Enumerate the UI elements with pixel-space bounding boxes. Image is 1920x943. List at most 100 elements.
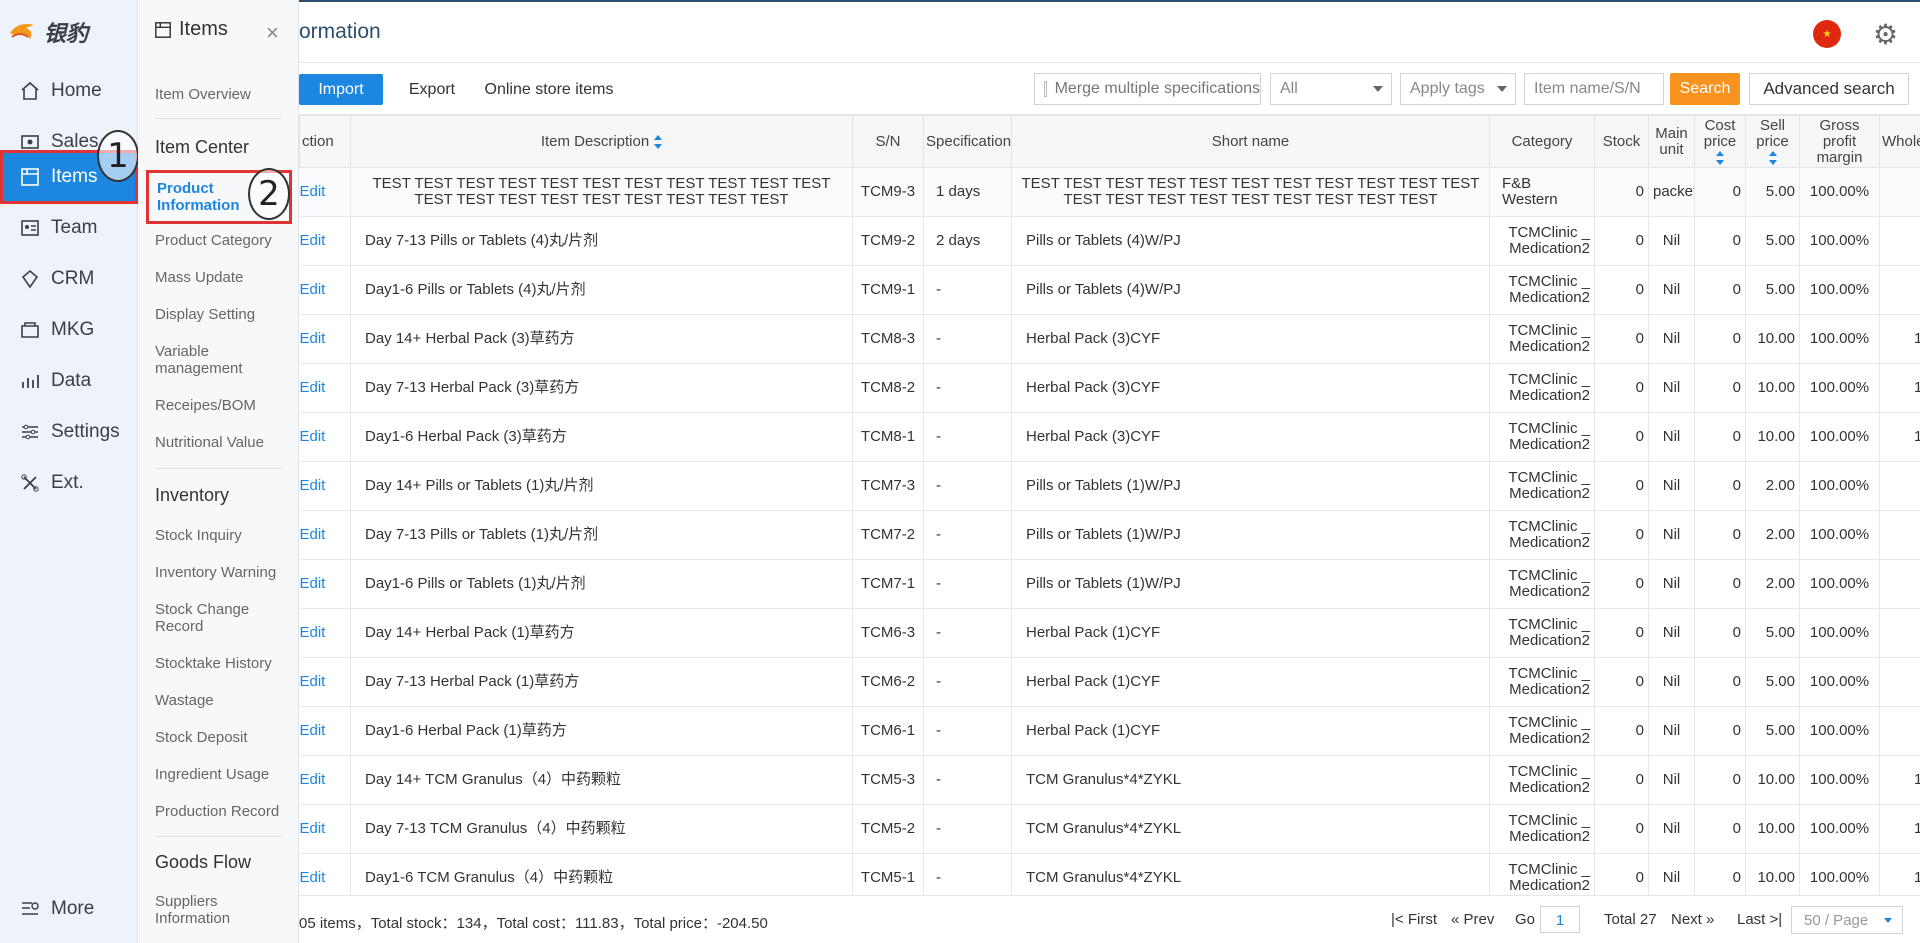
table-row[interactable]: Edit Day 7-13 TCM Granulus（4）中药颗粒 TCM5-2- T… [299, 804, 1920, 854]
col-item-description[interactable]: Item Description [350, 115, 853, 168]
all-select[interactable]: All [1270, 73, 1392, 105]
page-number-input[interactable]: 1 [1540, 906, 1580, 933]
table-header-row: ction Item Description S/N Specification… [299, 115, 1920, 168]
advanced-search-button[interactable]: Advanced search [1749, 73, 1909, 105]
edit-link[interactable]: Edit [300, 232, 326, 249]
category-line-2: Medication2 [1509, 779, 1590, 796]
table-row[interactable]: Edit Day 7-13 Pills or Tablets (4)丸/片剂 TCM… [299, 216, 1920, 266]
table-row[interactable]: Edit Day 14+ TCM Granulus（4）中药颗粒 TCM5-3- TC… [299, 755, 1920, 805]
nav-crm[interactable]: CRM [0, 250, 138, 308]
nav-ext[interactable]: Ext. [0, 454, 138, 512]
search-input[interactable]: Item name/S/N [1524, 73, 1664, 105]
submenu-item-inventory-warning[interactable]: Inventory Warning [155, 564, 295, 581]
edit-link[interactable]: Edit [300, 820, 326, 837]
nav-team[interactable]: Team [0, 199, 138, 257]
stock-cell: 0 [1594, 461, 1649, 511]
table-row[interactable]: Edit Day1-6 Pills or Tablets (4)丸/片剂 TCM9-… [299, 265, 1920, 315]
sort-icon[interactable] [1768, 150, 1777, 165]
nav-more[interactable]: More [0, 880, 138, 938]
nav-more-label: More [51, 898, 95, 919]
edit-link[interactable]: Edit [300, 428, 326, 445]
table-row[interactable]: Edit Day 14+ Pills or Tablets (1)丸/片剂 TCM7… [299, 461, 1920, 511]
category-line-2: Western [1502, 191, 1558, 208]
table-row[interactable]: Edit TEST TEST TEST TEST TEST TEST TEST T… [299, 167, 1920, 217]
sell-price-cell: 5.00 [1745, 608, 1800, 658]
short-name-cell: TEST TEST TEST TEST TEST TEST TEST TEST … [1011, 167, 1490, 217]
submenu-item-mass-update[interactable]: Mass Update [155, 269, 295, 286]
edit-link[interactable]: Edit [300, 673, 326, 690]
table-row[interactable]: Edit Day 14+ Herbal Pack (1)草药方 TCM6-3- Her… [299, 608, 1920, 658]
submenu-title-label: Items [179, 18, 228, 40]
nav-home[interactable]: Home [0, 62, 138, 120]
submenu-item-stocktake-history[interactable]: Stocktake History [155, 655, 295, 672]
table-row[interactable]: Edit Day1-6 Pills or Tablets (1)丸/片剂 TCM7-… [299, 559, 1920, 609]
edit-link[interactable]: Edit [300, 771, 326, 788]
china-flag-icon[interactable]: ★ [1813, 20, 1841, 48]
submenu-item-receipes-bom[interactable]: Receipes/BOM [155, 397, 295, 414]
submenu-item-product-category[interactable]: Product Category [155, 232, 295, 249]
edit-link[interactable]: Edit [300, 869, 326, 886]
prev-page-button[interactable]: « Prev [1451, 911, 1494, 928]
submenu-item-ingredient-usage[interactable]: Ingredient Usage [155, 766, 295, 783]
toolbar: Import Export Online store items Merge m… [299, 63, 1920, 115]
sort-icon[interactable] [654, 134, 663, 149]
apply-tags-select[interactable]: Apply tags [1400, 73, 1516, 105]
import-button[interactable]: Import [299, 74, 383, 105]
online-store-items-button[interactable]: Online store items [474, 74, 624, 105]
next-page-button[interactable]: Next » [1671, 911, 1714, 928]
last-page-button[interactable]: Last >| [1737, 911, 1782, 928]
page-size-select[interactable]: 50 / Page [1791, 906, 1903, 934]
edit-link[interactable]: Edit [300, 477, 326, 494]
merge-specifications-checkbox[interactable]: Merge multiple specifications [1034, 73, 1261, 105]
page-size-value: 50 / Page [1804, 912, 1869, 929]
edit-link[interactable]: Edit [300, 183, 326, 200]
edit-link[interactable]: Edit [300, 526, 326, 543]
short-name-cell: TCM Granulus*4*ZYKL [1011, 853, 1490, 895]
submenu-item-overview[interactable]: Item Overview [155, 86, 295, 103]
nav-settings[interactable]: Settings [0, 403, 138, 461]
submenu-item-nutritional-value[interactable]: Nutritional Value [155, 434, 295, 451]
table-row[interactable]: Edit Day1-6 Herbal Pack (1)草药方 TCM6-1- Herb… [299, 706, 1920, 756]
table-row[interactable]: Edit Day 7-13 Pills or Tablets (1)丸/片剂 TCM… [299, 510, 1920, 560]
edit-link[interactable]: Edit [300, 624, 326, 641]
submenu-item-stock-change-record[interactable]: Stock Change Record [155, 601, 265, 635]
edit-link[interactable]: Edit [300, 330, 326, 347]
close-icon[interactable]: × [266, 20, 279, 46]
submenu-item-stock-deposit[interactable]: Stock Deposit [155, 729, 295, 746]
gear-icon[interactable]: ⚙ [1873, 18, 1898, 51]
edit-link[interactable]: Edit [300, 722, 326, 739]
nav-data[interactable]: Data [0, 352, 138, 410]
export-button[interactable]: Export [397, 74, 467, 105]
sort-icon[interactable] [1716, 150, 1724, 165]
logo[interactable]: 银豹 [8, 14, 128, 50]
col-item-description-label: Item Description [540, 132, 650, 150]
submenu-item-production-record[interactable]: Production Record [155, 803, 295, 820]
nav-mkg[interactable]: MKG [0, 301, 138, 359]
checkbox-box[interactable] [1044, 81, 1047, 97]
first-page-button[interactable]: |< First [1391, 911, 1437, 928]
table-row[interactable]: Edit Day1-6 TCM Granulus（4）中药颗粒 TCM5-1- TCM… [299, 853, 1920, 895]
search-button[interactable]: Search [1670, 73, 1740, 105]
left-nav: 银豹 Home Sales Items Team CRM MKG Data Se… [0, 0, 139, 943]
edit-link[interactable]: Edit [300, 379, 326, 396]
team-icon [18, 216, 42, 240]
submenu-item-stock-inquiry[interactable]: Stock Inquiry [155, 527, 295, 544]
double-chevron-right-icon: » [1706, 911, 1715, 928]
stock-cell: 0 [1594, 412, 1649, 462]
table-row[interactable]: Edit Day 7-13 Herbal Pack (1)草药方 TCM6-2- He… [299, 657, 1920, 707]
submenu-item-variable-management[interactable]: Variable management [155, 343, 265, 377]
edit-link[interactable]: Edit [300, 575, 326, 592]
edit-link[interactable]: Edit [300, 281, 326, 298]
summary-text: 05 items，Total stock：134，Total cost：111.… [299, 915, 768, 932]
table-row[interactable]: Edit Day 14+ Herbal Pack (3)草药方 TCM8-3- Her… [299, 314, 1920, 364]
submenu-item-display-setting[interactable]: Display Setting [155, 306, 295, 323]
col-cost-price[interactable]: Cost price [1694, 115, 1746, 168]
submenu-item-suppliers-information[interactable]: Suppliers Information [155, 893, 265, 927]
sn-cell: TCM5-1 [852, 853, 924, 895]
table-row[interactable]: Edit Day1-6 Herbal Pack (3)草药方 TCM8-1- Herb… [299, 412, 1920, 462]
gross-profit-margin-cell: 100.00% [1799, 755, 1880, 805]
col-sell-price[interactable]: Sell price [1745, 115, 1800, 168]
submenu-item-wastage[interactable]: Wastage [155, 692, 295, 709]
table-row[interactable]: Edit Day 7-13 Herbal Pack (3)草药方 TCM8-2- He… [299, 363, 1920, 413]
first-page-icon: |< [1391, 911, 1404, 928]
